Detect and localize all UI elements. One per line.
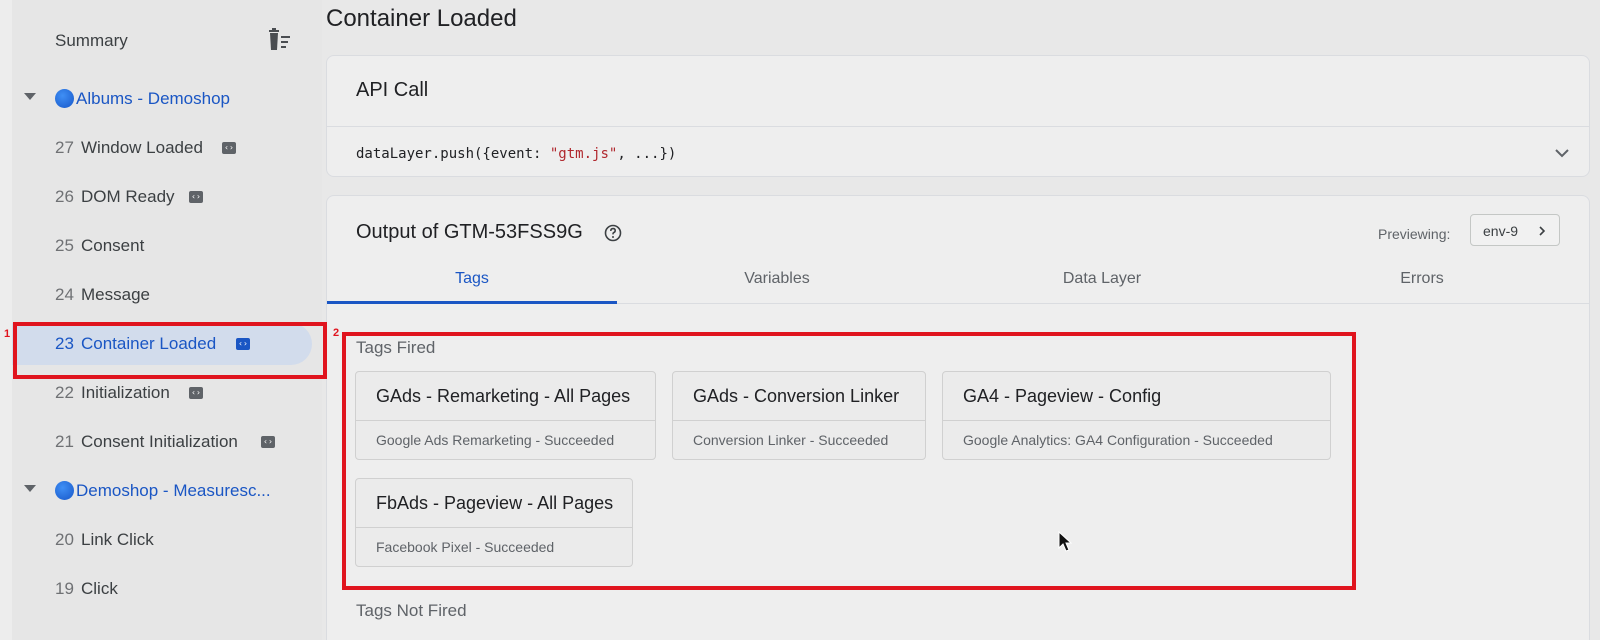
- highlight-number-2: 2: [333, 327, 340, 339]
- sidebar-group-demoshop[interactable]: Demoshop - Measuresc...: [12, 470, 322, 512]
- highlight-box-1: [13, 322, 327, 379]
- page-title: Container Loaded: [326, 5, 517, 32]
- environment-button[interactable]: env-9: [1470, 214, 1560, 246]
- tab-tags[interactable]: Tags: [327, 270, 617, 288]
- code-suffix: , ...}): [617, 146, 677, 162]
- help-icon[interactable]: [604, 224, 622, 242]
- sidebar-item-consent-initialization[interactable]: 21 Consent Initialization ‹›: [12, 421, 312, 463]
- chevron-down-icon[interactable]: [1553, 144, 1571, 162]
- code-event-string: "gtm.js": [549, 146, 618, 162]
- sidebar-item-message[interactable]: 24 Message: [12, 274, 312, 316]
- summary-label: Summary: [55, 31, 128, 50]
- event-name: Window Loaded: [81, 138, 203, 157]
- event-number: 24: [55, 285, 74, 304]
- event-name: DOM Ready: [81, 187, 175, 206]
- api-call-title: API Call: [356, 79, 429, 101]
- tab-variables[interactable]: Variables: [692, 270, 862, 288]
- code-prefix: dataLayer.push({event:: [356, 146, 550, 162]
- tags-not-fired-heading: Tags Not Fired: [356, 601, 467, 620]
- output-tabs: Tags Variables Data Layer Errors: [327, 256, 1589, 304]
- event-number: 27: [55, 138, 74, 157]
- code-badge-icon: ‹›: [189, 387, 203, 399]
- expand-caret-icon[interactable]: [24, 485, 36, 492]
- window-edge: [0, 0, 12, 640]
- sidebar-item-link-click[interactable]: 20 Link Click: [12, 519, 312, 561]
- event-sidebar: Summary Albums - Demoshop 27 Window Load…: [12, 0, 322, 640]
- event-name: Initialization: [81, 383, 170, 402]
- event-number: 26: [55, 187, 74, 206]
- event-number: 22: [55, 383, 74, 402]
- code-badge-icon: ‹›: [189, 191, 203, 203]
- api-call-code[interactable]: dataLayer.push({event: "gtm.js", ...}): [356, 146, 676, 162]
- api-call-card: API Call dataLayer.push({event: "gtm.js"…: [326, 55, 1590, 177]
- sidebar-item-window-loaded[interactable]: 27 Window Loaded ‹›: [12, 127, 312, 169]
- active-tab-indicator: [327, 301, 617, 304]
- tab-errors[interactable]: Errors: [1337, 270, 1507, 288]
- highlight-box-2: [342, 332, 1356, 590]
- event-name: Message: [81, 285, 150, 304]
- output-title: Output of GTM-53FSS9G: [356, 221, 583, 243]
- chevron-right-icon: [1539, 226, 1546, 236]
- highlight-number-1: 1: [4, 328, 11, 340]
- container-dot-icon: [55, 481, 74, 500]
- previewing-label: Previewing:: [1378, 226, 1451, 242]
- sidebar-item-click[interactable]: 19 Click: [12, 568, 312, 610]
- sidebar-summary[interactable]: Summary: [12, 20, 322, 62]
- tab-data-layer[interactable]: Data Layer: [1017, 270, 1187, 288]
- container-dot-icon: [55, 89, 74, 108]
- group-name: Demoshop - Measuresc...: [76, 481, 271, 500]
- event-name: Consent Initialization: [81, 432, 238, 451]
- group-name: Albums - Demoshop: [76, 89, 231, 108]
- clear-events-icon[interactable]: [266, 28, 292, 52]
- event-name: Consent: [81, 236, 145, 255]
- event-number: 25: [55, 236, 74, 255]
- event-number: 21: [55, 432, 74, 451]
- code-badge-icon: ‹›: [261, 436, 275, 448]
- expand-caret-icon[interactable]: [24, 93, 36, 100]
- sidebar-item-consent[interactable]: 25 Consent: [12, 225, 312, 267]
- divider: [327, 126, 1589, 127]
- mouse-cursor-icon: [1058, 531, 1072, 552]
- event-name: Link Click: [81, 530, 154, 549]
- environment-label: env-9: [1483, 223, 1519, 239]
- sidebar-group-albums[interactable]: Albums - Demoshop: [12, 78, 322, 120]
- event-number: 20: [55, 530, 74, 549]
- code-badge-icon: ‹›: [222, 142, 236, 154]
- event-name: Click: [81, 579, 118, 598]
- sidebar-item-dom-ready[interactable]: 26 DOM Ready ‹›: [12, 176, 312, 218]
- event-number: 19: [55, 579, 74, 598]
